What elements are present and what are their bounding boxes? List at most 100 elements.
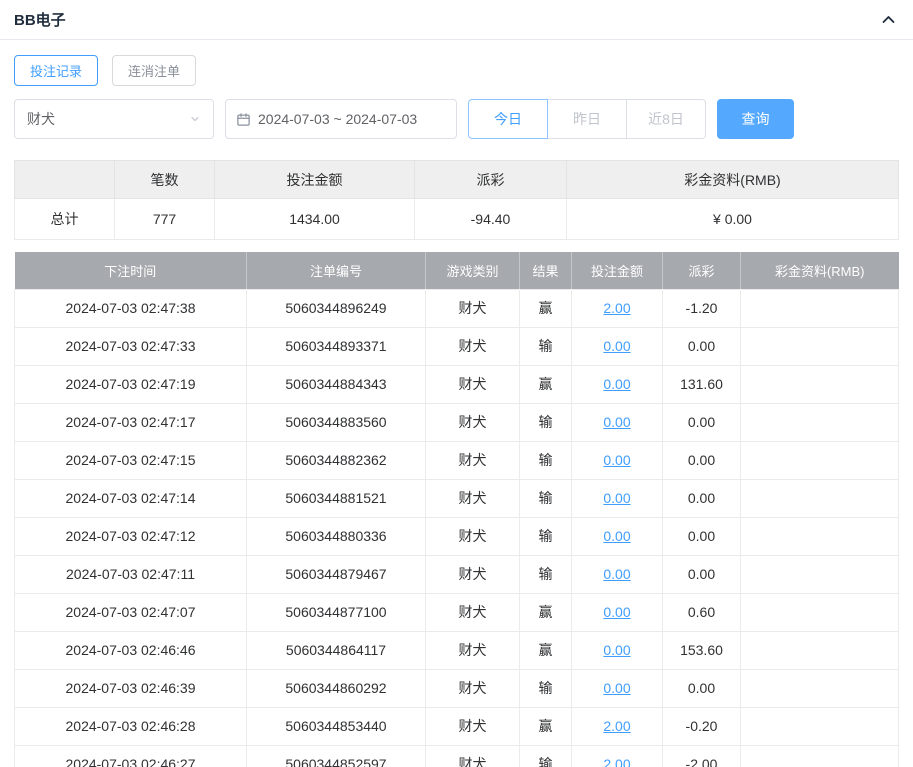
cell-game-type: 财犬 (425, 592, 520, 632)
cell-bet-amount: 0.00 (571, 630, 663, 670)
cell-bonus (740, 516, 899, 556)
cell-bonus (740, 478, 899, 518)
cell-bonus (740, 288, 899, 328)
summary-bet-value: 1434.00 (214, 198, 415, 240)
game-select[interactable]: 财犬 (14, 99, 214, 139)
cell-bet-time: 2024-07-03 02:47:15 (14, 440, 247, 480)
filter-row: 财犬 2024-07-03 ~ 2024-07-03 今日 昨日 近8日 查询 (14, 99, 899, 139)
bet-amount-link[interactable]: 0.00 (603, 604, 630, 620)
cell-bet-time: 2024-07-03 02:47:14 (14, 478, 247, 518)
cell-payout: -2.00 (662, 744, 741, 767)
cell-bet-time: 2024-07-03 02:46:39 (14, 668, 247, 708)
cell-game-type: 财犬 (425, 706, 520, 746)
date-range-input[interactable]: 2024-07-03 ~ 2024-07-03 (225, 99, 457, 139)
table-header-row: 下注时间 注单编号 游戏类别 结果 投注金额 派彩 彩金资料(RMB) (14, 252, 899, 289)
cell-bet-amount: 0.00 (571, 440, 663, 480)
summary-header-bonus: 彩金资料(RMB) (566, 160, 899, 199)
bet-amount-link[interactable]: 0.00 (603, 338, 630, 354)
table-row: 2024-07-03 02:47:38 5060344896249 财犬 赢 2… (14, 288, 899, 328)
summary-total-label: 总计 (14, 198, 115, 240)
table-row: 2024-07-03 02:47:07 5060344877100 财犬 赢 0… (14, 592, 899, 632)
cell-result: 输 (519, 516, 572, 556)
cell-order-number: 5060344860292 (246, 668, 426, 708)
cell-bonus (740, 592, 899, 632)
cell-payout: 0.60 (662, 592, 741, 632)
bet-history-panel: BB电子 投注记录 连消注单 财犬 2024-07-03 ~ 2024-07-0… (0, 0, 913, 767)
bet-amount-link[interactable]: 0.00 (603, 414, 630, 430)
bet-amount-link[interactable]: 0.00 (603, 642, 630, 658)
cell-bet-amount: 0.00 (571, 364, 663, 404)
summary-bonus-value: ¥ 0.00 (566, 198, 899, 240)
cell-result: 输 (519, 402, 572, 442)
cell-result: 赢 (519, 364, 572, 404)
cell-bet-amount: 0.00 (571, 668, 663, 708)
cell-result: 输 (519, 744, 572, 767)
table-row: 2024-07-03 02:46:46 5060344864117 财犬 赢 0… (14, 630, 899, 670)
cell-game-type: 财犬 (425, 516, 520, 556)
panel-body: 投注记录 连消注单 财犬 2024-07-03 ~ 2024-07-03 今日 … (0, 55, 913, 767)
table-row: 2024-07-03 02:47:12 5060344880336 财犬 输 0… (14, 516, 899, 556)
cell-payout: 0.00 (662, 668, 741, 708)
bet-amount-link[interactable]: 0.00 (603, 490, 630, 506)
cell-payout: 131.60 (662, 364, 741, 404)
cell-game-type: 财犬 (425, 288, 520, 328)
summary-header-row: 笔数 投注金额 派彩 彩金资料(RMB) (14, 160, 899, 199)
cell-payout: -1.20 (662, 288, 741, 328)
cell-payout: 153.60 (662, 630, 741, 670)
cell-payout: 0.00 (662, 554, 741, 594)
cell-game-type: 财犬 (425, 326, 520, 366)
game-select-value: 财犬 (27, 111, 55, 127)
cell-result: 赢 (519, 592, 572, 632)
cell-order-number: 5060344893371 (246, 326, 426, 366)
table-row: 2024-07-03 02:47:15 5060344882362 财犬 输 0… (14, 440, 899, 480)
col-header-bet-amount: 投注金额 (571, 252, 663, 289)
cell-bonus (740, 630, 899, 670)
table-row: 2024-07-03 02:46:39 5060344860292 财犬 输 0… (14, 668, 899, 708)
last-8-days-button[interactable]: 近8日 (626, 99, 706, 139)
col-header-game-type: 游戏类别 (425, 252, 520, 289)
cell-bet-amount: 0.00 (571, 478, 663, 518)
summary-table: 笔数 投注金额 派彩 彩金资料(RMB) 总计 777 1434.00 -94.… (14, 160, 899, 240)
col-header-bonus: 彩金资料(RMB) (740, 252, 899, 289)
table-row: 2024-07-03 02:46:28 5060344853440 财犬 赢 2… (14, 706, 899, 746)
table-row: 2024-07-03 02:47:33 5060344893371 财犬 输 0… (14, 326, 899, 366)
tab-cancelled-orders[interactable]: 连消注单 (112, 55, 197, 86)
cell-order-number: 5060344853440 (246, 706, 426, 746)
cell-bet-time: 2024-07-03 02:46:28 (14, 706, 247, 746)
query-button[interactable]: 查询 (717, 99, 794, 139)
yesterday-button[interactable]: 昨日 (547, 99, 627, 139)
bet-amount-link[interactable]: 0.00 (603, 452, 630, 468)
bet-amount-link[interactable]: 2.00 (603, 756, 630, 767)
tabs-row: 投注记录 连消注单 (14, 55, 899, 86)
cell-game-type: 财犬 (425, 668, 520, 708)
cell-bet-amount: 0.00 (571, 554, 663, 594)
cell-result: 输 (519, 668, 572, 708)
tab-bet-records[interactable]: 投注记录 (14, 55, 99, 86)
bet-amount-link[interactable]: 0.00 (603, 528, 630, 544)
cell-bonus (740, 744, 899, 767)
cell-order-number: 5060344864117 (246, 630, 426, 670)
bet-amount-link[interactable]: 2.00 (603, 718, 630, 734)
cell-game-type: 财犬 (425, 402, 520, 442)
cell-bet-time: 2024-07-03 02:47:17 (14, 402, 247, 442)
summary-header-payout: 派彩 (414, 160, 567, 199)
summary-header-empty (14, 160, 115, 199)
bet-amount-link[interactable]: 2.00 (603, 300, 630, 316)
panel-title: BB电子 (14, 12, 66, 29)
bet-amount-link[interactable]: 0.00 (603, 680, 630, 696)
cell-order-number: 5060344881521 (246, 478, 426, 518)
chevron-up-icon[interactable] (880, 11, 897, 28)
summary-header-bet-amount: 投注金额 (214, 160, 415, 199)
cell-bet-time: 2024-07-03 02:46:27 (14, 744, 247, 767)
summary-count-value: 777 (114, 198, 215, 240)
bet-amount-link[interactable]: 0.00 (603, 376, 630, 392)
cell-order-number: 5060344877100 (246, 592, 426, 632)
col-header-payout: 派彩 (662, 252, 741, 289)
cell-result: 输 (519, 326, 572, 366)
table-row: 2024-07-03 02:47:14 5060344881521 财犬 输 0… (14, 478, 899, 518)
cell-game-type: 财犬 (425, 630, 520, 670)
cell-bet-amount: 0.00 (571, 592, 663, 632)
bet-amount-link[interactable]: 0.00 (603, 566, 630, 582)
col-header-order-number: 注单编号 (246, 252, 426, 289)
today-button[interactable]: 今日 (468, 99, 548, 139)
